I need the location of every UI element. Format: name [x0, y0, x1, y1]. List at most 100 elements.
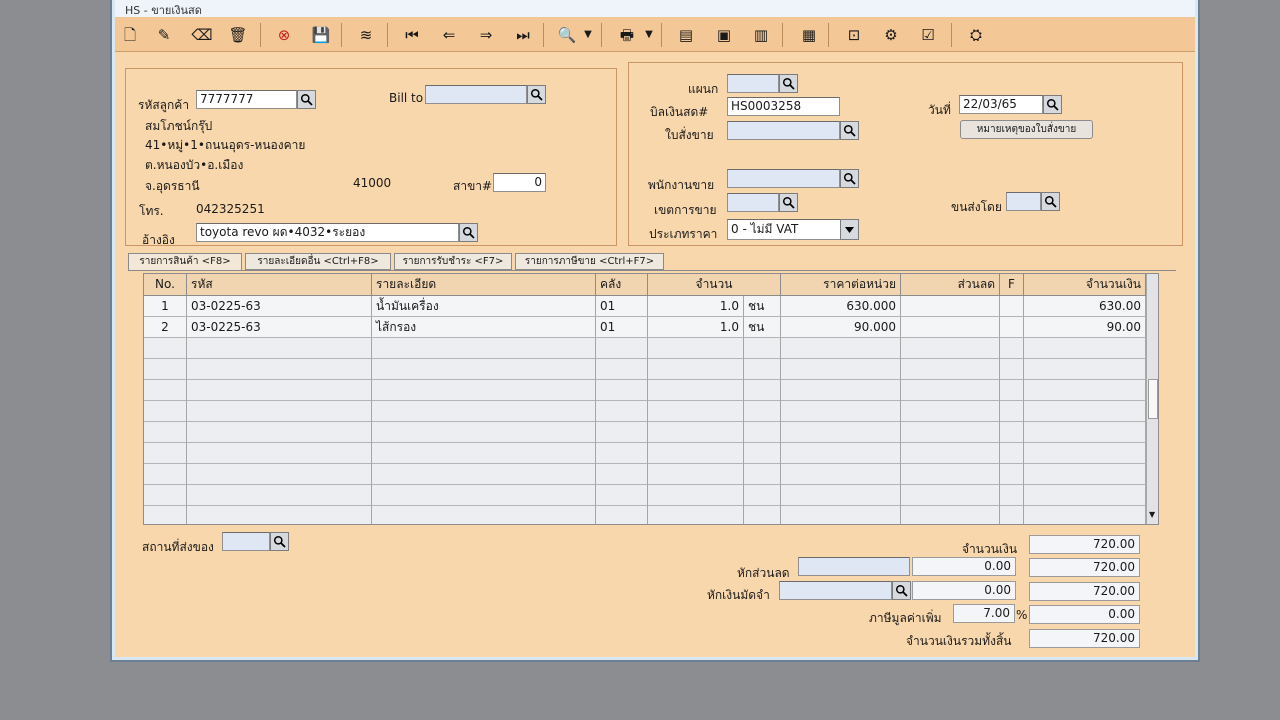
table-row[interactable] [144, 380, 1146, 401]
cell-f[interactable] [1000, 380, 1024, 401]
grid-scrollbar[interactable]: ▼ [1146, 274, 1158, 524]
cell-qty[interactable]: 1.0 [648, 296, 744, 317]
table-row[interactable] [144, 464, 1146, 485]
stack-icon[interactable]: ≋ [353, 22, 379, 48]
cell-desc[interactable]: ไส้กรอง [372, 317, 596, 338]
cell-unit[interactable] [744, 443, 781, 464]
cell-unit[interactable] [744, 401, 781, 422]
cell-qty[interactable] [648, 485, 744, 506]
cell-amount[interactable] [1024, 464, 1146, 485]
cell-desc[interactable] [372, 359, 596, 380]
cell-unit[interactable] [744, 464, 781, 485]
save-icon[interactable]: 💾 [308, 22, 334, 48]
column-header-description[interactable]: รายละเอียด [372, 274, 596, 296]
column-header-unit-price[interactable]: ราคาต่อหน่วย [781, 274, 901, 296]
column-header-quantity[interactable]: จำนวน [648, 274, 781, 296]
deposit-ref-field[interactable] [779, 581, 892, 600]
price-type-dropdown-button[interactable] [840, 219, 859, 240]
cell-desc[interactable] [372, 422, 596, 443]
report-icon[interactable]: ▤ [673, 22, 699, 48]
shipped-by-field[interactable] [1006, 192, 1041, 211]
cell-price[interactable] [781, 485, 901, 506]
scrollbar-thumb[interactable] [1148, 379, 1158, 419]
cell-no[interactable] [144, 422, 187, 443]
cell-amount[interactable]: 630.00 [1024, 296, 1146, 317]
cell-code[interactable] [187, 338, 372, 359]
cell-wh[interactable] [596, 506, 648, 524]
cell-code[interactable]: 03-0225-63 [187, 317, 372, 338]
sales-area-field[interactable] [727, 193, 779, 212]
salesperson-search-button[interactable] [840, 169, 859, 188]
cell-code[interactable] [187, 443, 372, 464]
cell-disc[interactable] [901, 338, 1000, 359]
cell-qty[interactable] [648, 359, 744, 380]
cell-amount[interactable] [1024, 422, 1146, 443]
cell-code[interactable]: 03-0225-63 [187, 296, 372, 317]
cell-qty[interactable]: 1.0 [648, 317, 744, 338]
table-row[interactable]: 1 03-0225-63 น้ำมันเครื่อง 01 1.0 ชน 630.000 63… [144, 296, 1146, 317]
shipped-by-search-button[interactable] [1041, 192, 1060, 211]
cell-price[interactable] [781, 506, 901, 524]
new-document-icon[interactable]: 🗋 [117, 22, 143, 48]
cell-f[interactable] [1000, 464, 1024, 485]
vat-rate-field[interactable]: 7.00 [953, 604, 1015, 623]
tab-sales-tax[interactable]: รายการภาษีขาย <Ctrl+F7> [515, 253, 664, 270]
check-icon[interactable]: ⊡ [841, 22, 867, 48]
table-row[interactable] [144, 422, 1146, 443]
cell-f[interactable] [1000, 317, 1024, 338]
cell-f[interactable] [1000, 401, 1024, 422]
deposit-search-button[interactable] [892, 581, 911, 600]
cell-amount[interactable] [1024, 359, 1146, 380]
cell-desc[interactable] [372, 506, 596, 524]
chart-icon[interactable]: ▥ [748, 22, 774, 48]
cell-no[interactable] [144, 380, 187, 401]
tab-other-details[interactable]: รายละเอียดอื่น <Ctrl+F8> [245, 253, 391, 270]
cell-no[interactable] [144, 464, 187, 485]
table-row[interactable] [144, 401, 1146, 422]
cell-f[interactable] [1000, 422, 1024, 443]
cell-price[interactable] [781, 359, 901, 380]
cell-disc[interactable] [901, 359, 1000, 380]
cell-unit[interactable] [744, 338, 781, 359]
cell-price[interactable] [781, 464, 901, 485]
cell-unit[interactable]: ชน [744, 317, 781, 338]
cell-disc[interactable] [901, 506, 1000, 524]
table-row[interactable] [144, 338, 1146, 359]
cell-no[interactable] [144, 359, 187, 380]
date-picker-button[interactable] [1043, 95, 1062, 114]
previous-record-icon[interactable]: ⇐ [436, 22, 462, 48]
cell-price[interactable]: 90.000 [781, 317, 901, 338]
table-row[interactable] [144, 443, 1146, 464]
column-header-f[interactable]: F [1000, 274, 1024, 296]
edit-document-icon[interactable]: ✎ [151, 22, 177, 48]
column-header-amount[interactable]: จำนวนเงิน [1024, 274, 1146, 296]
cell-f[interactable] [1000, 296, 1024, 317]
table-row[interactable]: 2 03-0225-63 ไส้กรอง 01 1.0 ชน 90.000 90.00 [144, 317, 1146, 338]
cell-desc[interactable] [372, 380, 596, 401]
scroll-down-arrow-icon[interactable]: ▼ [1149, 510, 1155, 519]
date-field[interactable]: 22/03/65 [959, 95, 1043, 114]
next-record-icon[interactable]: ⇒ [473, 22, 499, 48]
cell-disc[interactable] [901, 401, 1000, 422]
cell-code[interactable] [187, 506, 372, 524]
cell-desc[interactable] [372, 443, 596, 464]
print-icon[interactable]: 🖶 [614, 22, 640, 48]
cell-code[interactable] [187, 422, 372, 443]
cell-amount[interactable] [1024, 338, 1146, 359]
last-record-icon[interactable]: ⏭ [510, 22, 536, 48]
delete-document-icon[interactable]: ⌫ [189, 22, 215, 48]
cell-no[interactable]: 1 [144, 296, 187, 317]
cell-f[interactable] [1000, 359, 1024, 380]
cell-qty[interactable] [648, 401, 744, 422]
trash-icon[interactable]: 🗑 [225, 22, 251, 48]
cell-unit[interactable] [744, 380, 781, 401]
cell-amount[interactable] [1024, 443, 1146, 464]
cell-disc[interactable] [901, 464, 1000, 485]
cell-amount[interactable] [1024, 485, 1146, 506]
cell-desc[interactable]: น้ำมันเครื่อง [372, 296, 596, 317]
salesperson-field[interactable] [727, 169, 840, 188]
find-icon[interactable]: 🔍 [554, 22, 580, 48]
deposit-field[interactable]: 0.00 [912, 581, 1016, 600]
table-row[interactable] [144, 359, 1146, 380]
cell-amount[interactable] [1024, 401, 1146, 422]
